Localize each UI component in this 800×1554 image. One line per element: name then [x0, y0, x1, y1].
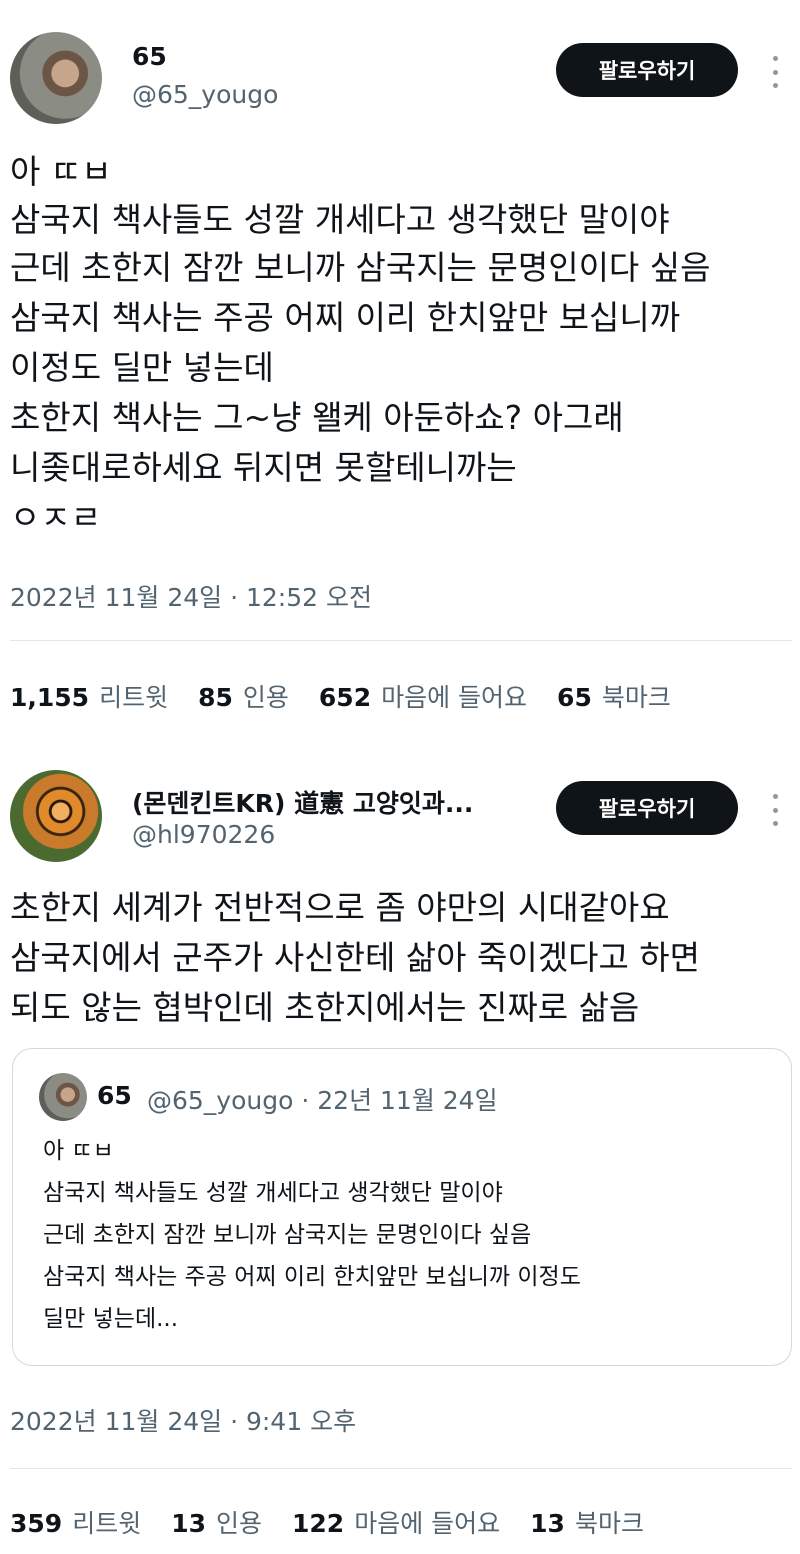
bookmarks-stat[interactable]: 13 북마크 — [530, 1504, 644, 1540]
quotes-label: 인용 — [242, 683, 289, 712]
tweet-text-line: 이정도 딜만 넣는데 — [10, 348, 274, 387]
quoted-display-name: 65 — [97, 1081, 132, 1110]
engagement-stats: 1,155 리트윗 85 인용 652 마음에 들어요 65 북마크 — [10, 678, 701, 714]
display-name[interactable]: (몬덴킨트KR) 道憲 고양잇과... — [132, 784, 473, 820]
tweet-text-line: ㅇㅈㄹ — [10, 498, 102, 537]
engagement-stats: 359 리트윗 13 인용 122 마음에 들어요 13 북마크 — [10, 1504, 674, 1540]
retweets-stat[interactable]: 1,155 리트윗 — [10, 678, 168, 714]
display-name[interactable]: 65 — [132, 42, 167, 71]
quotes-count: 13 — [171, 1509, 206, 1538]
quotes-label: 인용 — [216, 1509, 263, 1538]
quoted-text-line: 삼국지 책사들도 성깔 개세다고 생각했단 말이야 — [43, 1180, 503, 1206]
follow-button[interactable]: 팔로우하기 — [556, 781, 738, 835]
likes-count: 652 — [318, 683, 372, 712]
avatar[interactable] — [10, 770, 102, 862]
timestamp[interactable]: 2022년 11월 24일 · 9:41 오후 — [10, 1402, 356, 1438]
tweet-text-line: 삼국지 책사들도 성깔 개세다고 생각했단 말이야 — [10, 200, 670, 239]
likes-label: 마음에 들어요 — [354, 1509, 501, 1538]
quoted-tweet[interactable]: 65 @65_yougo · 22년 11월 24일 아 ㄸㅂ 삼국지 책사들도… — [12, 1048, 792, 1366]
bookmarks-label: 북마크 — [574, 1509, 644, 1538]
bookmarks-label: 북마크 — [601, 683, 671, 712]
retweets-stat[interactable]: 359 리트윗 — [10, 1504, 141, 1540]
tweet-text-line: 근데 초한지 잠깐 보니까 삼국지는 문명인이다 싶음 — [10, 248, 711, 287]
retweets-label: 리트윗 — [99, 683, 169, 712]
likes-stat[interactable]: 652 마음에 들어요 — [319, 678, 527, 714]
more-options-icon[interactable] — [768, 56, 782, 88]
retweets-label: 리트윗 — [72, 1509, 142, 1538]
quoted-text-line: 딜만 넣는데... — [43, 1306, 179, 1332]
quotes-stat[interactable]: 13 인용 — [171, 1504, 262, 1540]
user-handle[interactable]: @65_yougo — [132, 80, 278, 109]
tweet-text-line: 삼국지 책사는 주공 어찌 이리 한치앞만 보십니까 — [10, 298, 681, 337]
user-handle[interactable]: @hl970226 — [132, 820, 275, 849]
tweet-text-line: 초한지 책사는 그~냥 왤케 아둔하쇼? 아그래 — [10, 398, 624, 437]
tweet-text-line: 되도 않는 협박인데 초한지에서는 진짜로 삶음 — [10, 988, 640, 1027]
likes-count: 122 — [292, 1509, 345, 1538]
quoted-handle-date: @65_yougo · 22년 11월 24일 — [147, 1086, 498, 1115]
quoted-text-line: 삼국지 책사는 주공 어찌 이리 한치앞만 보십니까 이정도 — [43, 1264, 581, 1290]
avatar — [39, 1073, 87, 1121]
follow-button[interactable]: 팔로우하기 — [556, 43, 738, 97]
quoted-text-line: 아 ㄸㅂ — [43, 1138, 114, 1164]
avatar[interactable] — [10, 32, 102, 124]
quoted-text-line: 근데 초한지 잠깐 보니까 삼국지는 문명인이다 싶음 — [43, 1222, 532, 1248]
divider — [10, 1468, 792, 1469]
bookmarks-stat[interactable]: 65 북마크 — [557, 678, 671, 714]
timestamp[interactable]: 2022년 11월 24일 · 12:52 오전 — [10, 578, 372, 614]
retweets-count: 1,155 — [10, 683, 90, 712]
more-options-icon[interactable] — [768, 794, 782, 826]
bookmarks-count: 65 — [557, 683, 592, 712]
quotes-count: 85 — [198, 683, 233, 712]
quotes-stat[interactable]: 85 인용 — [198, 678, 289, 714]
tweet-text-line: 아 ㄸㅂ — [10, 152, 112, 191]
tweet-text-line: 니좆대로하세요 뒤지면 못할테니까는 — [10, 448, 517, 487]
bookmarks-count: 13 — [530, 1509, 565, 1538]
likes-label: 마음에 들어요 — [381, 683, 528, 712]
retweets-count: 359 — [10, 1509, 63, 1538]
tweet-text-line: 초한지 세계가 전반적으로 좀 야만의 시대같아요 — [10, 888, 670, 927]
divider — [10, 640, 792, 641]
tweet-text-line: 삼국지에서 군주가 사신한테 삶아 죽이겠다고 하면 — [10, 938, 701, 977]
likes-stat[interactable]: 122 마음에 들어요 — [292, 1504, 500, 1540]
